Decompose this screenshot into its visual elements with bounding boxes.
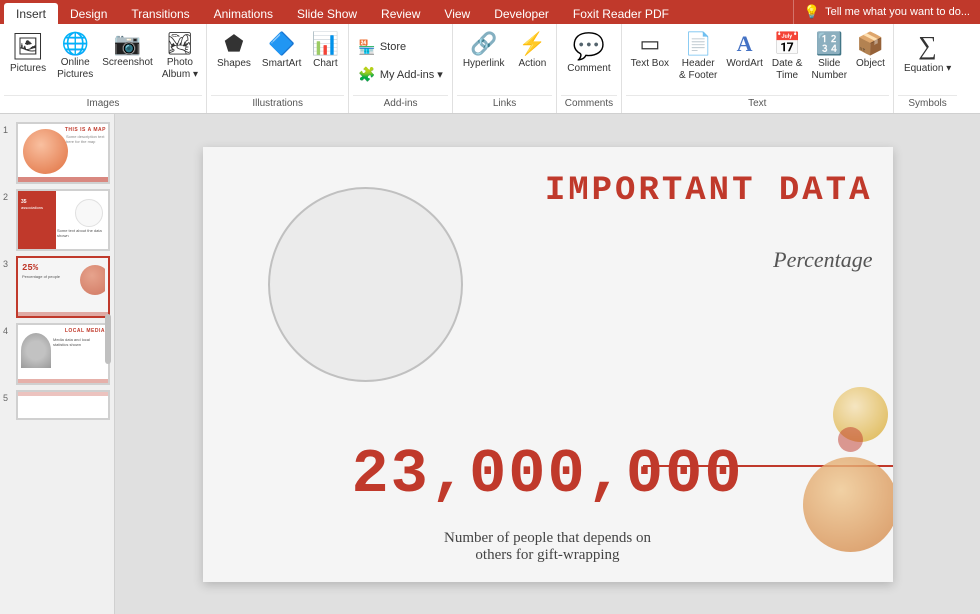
screenshot-icon: 📷 — [114, 32, 141, 56]
object-icon: 📦 — [857, 32, 884, 56]
tab-design[interactable]: Design — [58, 3, 119, 24]
ribbon-group-illustrations: ⬟ Shapes 🔷 SmartArt 📊 Chart Illustration… — [207, 24, 349, 113]
tab-foxit[interactable]: Foxit Reader PDF — [561, 3, 681, 24]
symbols-group-label: Symbols — [898, 95, 957, 113]
ribbon-group-comments: 💬 Comment Comments — [557, 24, 621, 113]
slide-num-4: 4 — [3, 326, 8, 336]
slide-view: IMPORTANT DATA Percentage 23,000,000 Num… — [115, 114, 980, 614]
slide-num-3: 3 — [3, 259, 8, 269]
hyperlink-button[interactable]: 🔗 Hyperlink — [457, 28, 511, 73]
date-time-icon: 📅 — [773, 32, 800, 56]
tell-me-text: Tell me what you want to do... — [825, 6, 970, 18]
tab-insert[interactable]: Insert — [4, 3, 58, 24]
ribbon-group-symbols: ∑ Equation ▾ Symbols — [894, 24, 961, 113]
comments-group-label: Comments — [561, 95, 616, 113]
comment-icon: 💬 — [573, 32, 605, 61]
tab-review[interactable]: Review — [369, 3, 432, 24]
wordart-button[interactable]: A WordArt — [722, 28, 767, 74]
text-box-icon: ▭ — [639, 32, 660, 56]
slide-num-1: 1 — [3, 125, 8, 135]
smartart-button[interactable]: 🔷 SmartArt — [258, 28, 305, 73]
tab-slideshow[interactable]: Slide Show — [285, 3, 369, 24]
action-icon: ⚡ — [519, 32, 546, 56]
links-group-label: Links — [457, 95, 552, 113]
slide-thumb-1[interactable]: 1 THIS IS A MAP Some description text he… — [16, 122, 110, 184]
text-box-button[interactable]: ▭ Text Box — [626, 28, 674, 74]
my-addins-icon: 🧩 — [358, 66, 375, 83]
object-button[interactable]: 📦 Object — [852, 28, 889, 74]
photo-album-icon: 🏞 — [166, 32, 194, 56]
action-button[interactable]: ⚡ Action — [513, 28, 553, 73]
slide-percentage-label: Percentage — [773, 247, 872, 273]
shapes-button[interactable]: ⬟ Shapes — [211, 28, 257, 73]
tab-developer[interactable]: Developer — [482, 3, 561, 24]
slide-circle — [268, 187, 463, 382]
addins-group-label: Add-ins — [353, 95, 447, 113]
online-pictures-button[interactable]: 🌐 OnlinePictures — [53, 28, 97, 85]
slide-description: Number of people that depends on others … — [444, 530, 651, 564]
photo-album-button[interactable]: 🏞 PhotoAlbum ▾ — [158, 28, 202, 85]
ribbon-group-addins: 🏪 Store 🧩 My Add-ins ▾ Add-ins — [349, 24, 452, 113]
slide-number-icon: 🔢 — [816, 32, 843, 56]
illustrations-group-label: Illustrations — [211, 95, 344, 113]
slide-thumb-5[interactable]: 5 — [16, 390, 110, 420]
store-button[interactable]: 🏪 Store — [353, 36, 447, 59]
store-icon: 🏪 — [358, 39, 375, 56]
chart-icon: 📊 — [312, 32, 339, 56]
header-footer-icon: 📄 — [684, 32, 711, 56]
equation-icon: ∑ — [918, 32, 937, 61]
images-group-label: Images — [4, 95, 202, 113]
slide-thumb-3[interactable]: 3 25% Percentage of people — [16, 256, 110, 318]
ribbon-group-images: 🖼 Pictures 🌐 OnlinePictures 📷 Screenshot… — [0, 24, 207, 113]
slide-big-number: 23,000,000 — [351, 439, 743, 510]
tab-animations[interactable]: Animations — [202, 3, 285, 24]
text-group-label: Text — [626, 95, 889, 113]
slide-num-2: 2 — [3, 192, 8, 202]
online-pictures-icon: 🌐 — [61, 32, 88, 56]
tell-me-bar[interactable]: 💡 Tell me what you want to do... — [793, 0, 980, 24]
wordart-icon: A — [737, 32, 753, 56]
lightbulb-icon: 💡 — [804, 4, 820, 20]
slide-title: IMPORTANT DATA — [545, 172, 873, 210]
ribbon-group-links: 🔗 Hyperlink ⚡ Action Links — [453, 24, 557, 113]
tab-transitions[interactable]: Transitions — [119, 3, 201, 24]
slide-canvas: IMPORTANT DATA Percentage 23,000,000 Num… — [203, 147, 893, 582]
equation-button[interactable]: ∑ Equation ▾ — [898, 28, 957, 79]
date-time-button[interactable]: 📅 Date &Time — [768, 28, 807, 86]
slide-panel: 1 THIS IS A MAP Some description text he… — [0, 114, 115, 614]
smartart-icon: 🔷 — [268, 32, 295, 56]
comment-button[interactable]: 💬 Comment — [561, 28, 616, 78]
pictures-button[interactable]: 🖼 Pictures — [4, 28, 52, 79]
my-addins-button[interactable]: 🧩 My Add-ins ▾ — [353, 63, 447, 86]
scroll-handle[interactable] — [105, 314, 111, 364]
pictures-icon: 🖼 — [12, 32, 45, 61]
slide-thumb-2[interactable]: 2 35 associations Some text about the da… — [16, 189, 110, 251]
decoration-circle — [803, 457, 893, 552]
slide-num-5: 5 — [3, 393, 8, 403]
decoration-small-circle — [838, 427, 863, 452]
slide-thumb-4[interactable]: 4 LOCAL MEDIA Media data and local stati… — [16, 323, 110, 385]
tab-view[interactable]: View — [432, 3, 482, 24]
screenshot-button[interactable]: 📷 Screenshot — [98, 28, 157, 73]
slide-number-button[interactable]: 🔢 SlideNumber — [807, 28, 851, 86]
ribbon-group-text: ▭ Text Box 📄 Header& Footer A WordArt 📅 … — [622, 24, 894, 113]
hyperlink-icon: 🔗 — [470, 32, 497, 56]
shapes-icon: ⬟ — [224, 32, 243, 56]
chart-button[interactable]: 📊 Chart — [306, 28, 344, 73]
header-footer-button[interactable]: 📄 Header& Footer — [675, 28, 721, 86]
